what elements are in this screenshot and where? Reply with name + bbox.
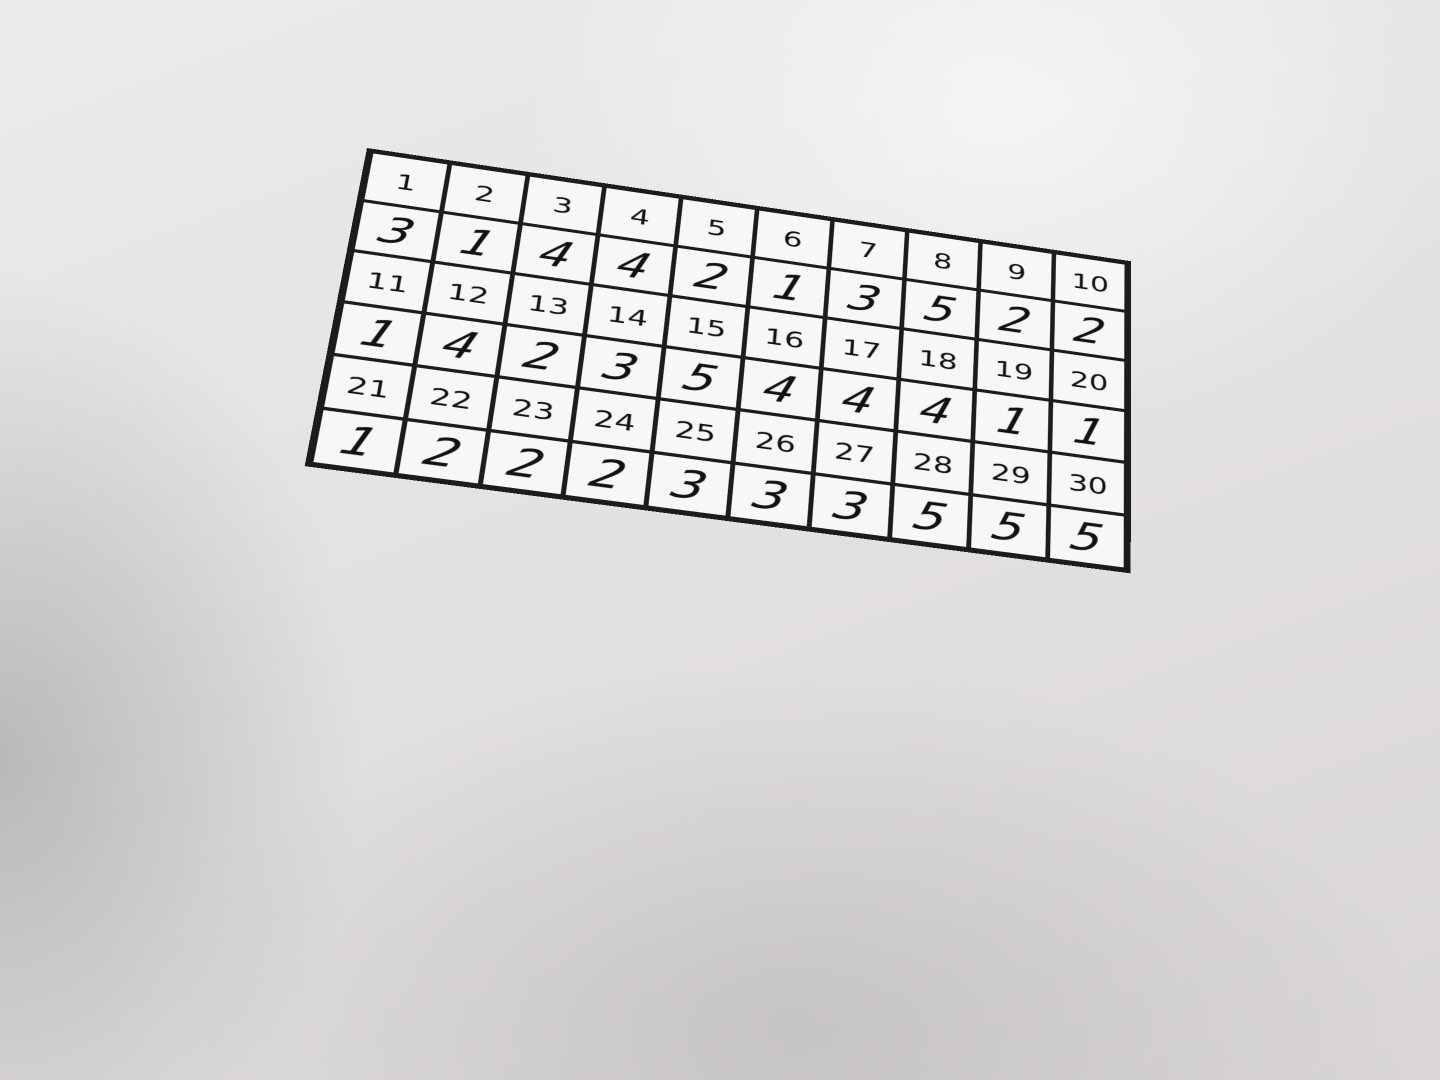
handwritten-answer-cell: 5 <box>889 484 971 549</box>
handwritten-answer: 1 <box>1069 409 1108 454</box>
handwritten-answer: 5 <box>909 493 951 541</box>
handwritten-answer: 3 <box>373 209 421 253</box>
answer-sheet: 1 2 3 4 5 6 7 8 9 10 3 1 4 4 2 1 3 5 2 2… <box>0 0 1440 1080</box>
handwritten-answer-cell: 2 <box>480 430 571 496</box>
handwritten-answer: 2 <box>584 450 631 498</box>
paper-background: 1 2 3 4 5 6 7 8 9 10 3 1 4 4 2 1 3 5 2 2… <box>0 0 1440 1080</box>
handwritten-answer: 2 <box>690 254 733 298</box>
handwritten-answer: 2 <box>517 333 564 379</box>
handwritten-answer: 5 <box>920 287 960 331</box>
handwritten-answer: 3 <box>844 276 885 320</box>
handwritten-answer: 1 <box>453 220 500 264</box>
handwritten-answer: 1 <box>353 310 403 356</box>
handwritten-answer: 2 <box>417 428 467 477</box>
answer-grid: 1 2 3 4 5 6 7 8 9 10 3 1 4 4 2 1 3 5 2 2… <box>305 148 1131 573</box>
handwritten-answer: 2 <box>501 439 550 487</box>
handwritten-answer: 5 <box>679 355 724 401</box>
handwritten-answer-cell: 3 <box>809 474 892 539</box>
handwritten-answer-cell: 3 <box>646 452 733 518</box>
handwritten-answer: 1 <box>992 398 1032 444</box>
handwritten-answer-cell: 2 <box>396 419 489 485</box>
handwritten-answer-cell: 5 <box>969 495 1049 560</box>
handwritten-answer-cell: 3 <box>728 463 813 528</box>
handwritten-answer: 1 <box>767 265 809 309</box>
handwritten-answer: 4 <box>837 377 879 423</box>
handwritten-answer: 5 <box>989 503 1030 551</box>
handwritten-answer: 4 <box>436 322 484 368</box>
handwritten-answer-cell: 1 <box>311 408 406 474</box>
handwritten-answer: 3 <box>748 471 793 519</box>
handwritten-answer: 3 <box>829 482 872 530</box>
handwritten-answer: 3 <box>667 461 713 509</box>
handwritten-answer: 4 <box>533 232 579 276</box>
handwritten-answer: 4 <box>758 366 802 412</box>
handwritten-answer: 4 <box>612 243 657 287</box>
handwritten-answer-cell: 2 <box>563 441 652 507</box>
handwritten-answer: 5 <box>1067 513 1107 561</box>
handwritten-answer: 1 <box>332 417 383 466</box>
handwritten-answer: 2 <box>996 298 1035 342</box>
handwritten-answer-cell: 5 <box>1048 505 1126 569</box>
handwritten-answer: 4 <box>915 387 956 433</box>
handwritten-answer: 3 <box>598 344 644 390</box>
handwritten-answer: 2 <box>1071 309 1109 353</box>
